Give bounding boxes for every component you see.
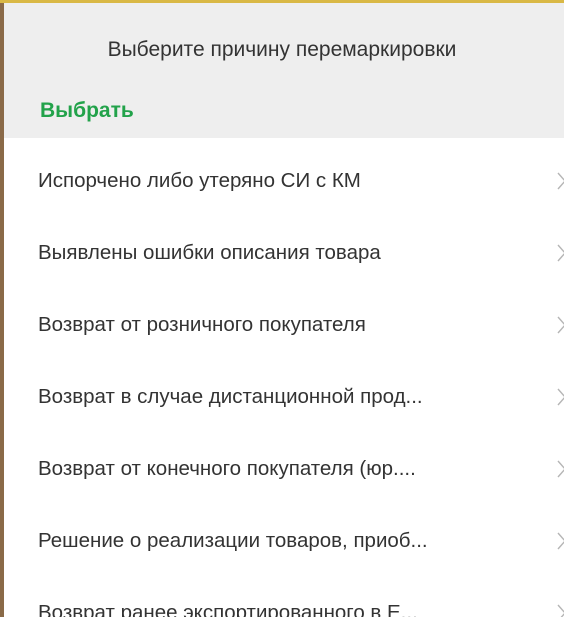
reason-item-label: Возврат ранее экспортированного в Е... bbox=[38, 601, 418, 617]
reason-item-retail-return[interactable]: Возврат от розничного покупателя bbox=[4, 282, 564, 354]
choose-button[interactable]: Выбрать bbox=[40, 99, 134, 123]
reason-item-label: Выявлены ошибки описания товара bbox=[38, 241, 381, 264]
reason-item-end-buyer-return[interactable]: Возврат от конечного покупателя (юр.... bbox=[4, 426, 564, 498]
reason-item-label: Возврат от розничного покупателя bbox=[38, 313, 366, 336]
reason-selection-dialog: Выберите причину перемаркировки Выбрать … bbox=[0, 0, 564, 617]
reason-list: Испорчено либо утеряно СИ с КМ Выявлены … bbox=[4, 138, 564, 617]
chevron-right-icon bbox=[557, 172, 564, 190]
chevron-right-icon bbox=[557, 532, 564, 550]
reason-item-exported-return[interactable]: Возврат ранее экспортированного в Е... bbox=[4, 570, 564, 617]
chevron-right-icon bbox=[557, 316, 564, 334]
reason-item-description-errors[interactable]: Выявлены ошибки описания товара bbox=[4, 210, 564, 282]
chevron-right-icon bbox=[557, 460, 564, 478]
dialog-header: Выберите причину перемаркировки Выбрать bbox=[4, 3, 564, 138]
reason-item-label: Возврат в случае дистанционной прод... bbox=[38, 385, 423, 408]
chevron-right-icon bbox=[557, 244, 564, 262]
reason-item-label: Возврат от конечного покупателя (юр.... bbox=[38, 457, 416, 480]
reason-item-sale-decision[interactable]: Решение о реализации товаров, приоб... bbox=[4, 498, 564, 570]
dialog-title: Выберите причину перемаркировки bbox=[107, 38, 457, 61]
chevron-right-icon bbox=[557, 604, 564, 617]
reason-item-damaged-or-lost[interactable]: Испорчено либо утеряно СИ с КМ bbox=[4, 138, 564, 210]
reason-item-distance-sale-return[interactable]: Возврат в случае дистанционной прод... bbox=[4, 354, 564, 426]
reason-item-label: Испорчено либо утеряно СИ с КМ bbox=[38, 169, 361, 192]
chevron-right-icon bbox=[557, 388, 564, 406]
reason-item-label: Решение о реализации товаров, приоб... bbox=[38, 529, 428, 552]
